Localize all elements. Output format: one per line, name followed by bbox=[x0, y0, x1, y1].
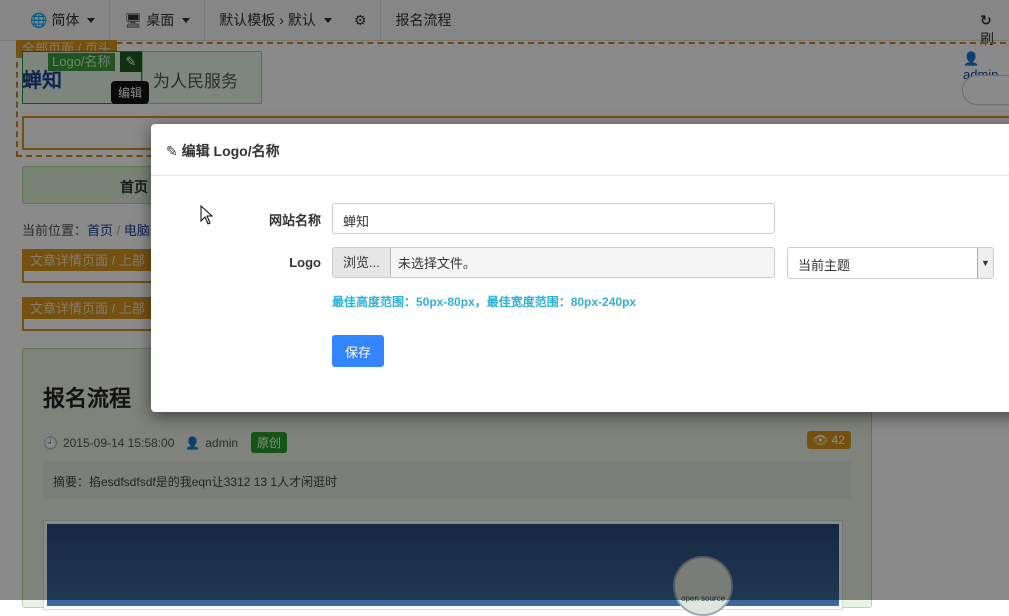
logo-size-hint: 最佳高度范围：50px-80px，最佳宽度范围：80px-240px bbox=[332, 295, 637, 309]
modal-header: ✎ 编辑 Logo/名称 bbox=[151, 124, 1009, 176]
site-name-input[interactable]: 蝉知 bbox=[332, 203, 775, 234]
logo-label: Logo bbox=[289, 255, 321, 270]
chevron-down-icon: ▼ bbox=[977, 248, 993, 278]
logo-file-input[interactable]: 浏览... 未选择文件。 bbox=[332, 247, 775, 278]
theme-select[interactable]: 当前主题 ▼ bbox=[787, 247, 994, 279]
site-name-label: 网站名称 bbox=[268, 213, 321, 228]
pencil-icon: ✎ bbox=[166, 143, 178, 159]
browse-button[interactable]: 浏览... bbox=[333, 248, 391, 277]
edit-logo-modal: ✎ 编辑 Logo/名称 网站名称 蝉知 Logo 浏览... 未选择文件。 当前… bbox=[151, 124, 1009, 412]
save-button[interactable]: 保存 bbox=[332, 335, 384, 367]
mouse-cursor-icon bbox=[200, 205, 214, 225]
